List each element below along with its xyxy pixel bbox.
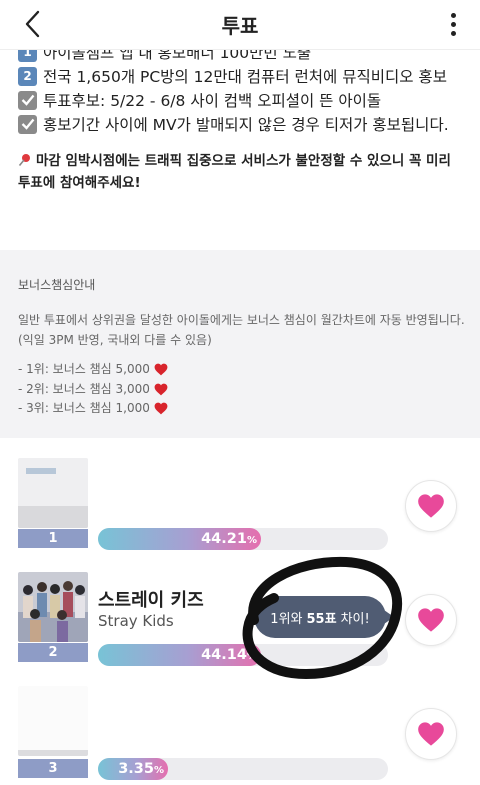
heart-icon — [154, 402, 168, 415]
bonus-item: - 1위: 보너스 챔심 5,000 — [18, 360, 168, 380]
vote-share-percent: 44.21% — [201, 531, 257, 547]
heart-icon — [154, 363, 168, 376]
heart-icon — [418, 494, 444, 518]
tooltip-prefix: 1위와 — [270, 611, 303, 627]
rank-item-3[interactable]: 3 3.35% — [0, 676, 480, 785]
rank-badge: 2 — [18, 643, 88, 662]
number-2-icon: 2 — [18, 66, 37, 86]
bonus-item-text: - 3위: 보너스 챔심 1,000 — [18, 401, 150, 415]
vote-share-bar: 3.35% — [98, 758, 388, 780]
artist-name: 스트레이 키즈 — [98, 590, 204, 611]
bonus-list: - 1위: 보너스 챔심 5,000 - 2위: 보너스 챔심 3,000 - … — [18, 360, 168, 419]
heart-icon — [418, 722, 444, 746]
heart-icon — [154, 383, 168, 396]
tooltip-suffix: 차이! — [340, 611, 370, 627]
pushpin-icon — [18, 154, 30, 167]
notice-line-2: 2 전국 1,650개 PC방의 12만대 컴퓨터 런처에 뮤직비디오 홍보 — [18, 65, 447, 87]
warning-message: 마감 임박시점에는 트래픽 집중으로 서비스가 불안정할 수 있으니 꼭 미리 … — [18, 153, 451, 191]
notice-text: 투표후보: 5/22 - 6/8 사이 컴백 오피셜이 뜬 아이돌 — [43, 92, 382, 110]
page-title: 투표 — [221, 14, 259, 38]
checkbox-icon — [18, 114, 37, 134]
bonus-info-panel: 보너스챔심안내 일반 투표에서 상위권을 달성한 아이돌에게는 보너스 챔심이 … — [0, 250, 480, 438]
artist-photo — [18, 686, 88, 756]
checkbox-icon — [18, 90, 37, 110]
more-dot-icon — [450, 13, 456, 18]
notice-line-4: 홍보기간 사이에 MV가 발매되지 않은 경우 티저가 홍보됩니다. — [18, 113, 449, 135]
more-dot-icon — [450, 22, 456, 27]
bonus-item: - 3위: 보너스 챔심 1,000 — [18, 399, 168, 419]
bonus-title: 보너스챔심안내 — [18, 278, 96, 292]
top-bar: 투표 — [0, 0, 480, 50]
vote-heart-button[interactable] — [405, 594, 457, 646]
vote-gap-tooltip: 1위와 55표 차이! — [254, 596, 394, 638]
vote-heart-button[interactable] — [405, 708, 457, 760]
notice-text: 전국 1,650개 PC방의 12만대 컴퓨터 런처에 뮤직비디오 홍보 — [43, 68, 447, 86]
notice-line-3: 투표후보: 5/22 - 6/8 사이 컴백 오피셜이 뜬 아이돌 — [18, 89, 381, 111]
vote-share-bar: 44.21% — [98, 528, 388, 550]
bonus-description: 일반 투표에서 상위권을 달성한 아이돌에게는 보너스 챔심이 월간차트에 자동… — [18, 310, 468, 350]
bonus-item-text: - 2위: 보너스 챔심 3,000 — [18, 381, 150, 396]
bonus-desc-line: 일반 투표에서 상위권을 달성한 아이돌에게는 보너스 챔심이 월간차트에 자동… — [18, 313, 465, 327]
rank-item-1[interactable]: 1 44.21% — [0, 448, 480, 558]
bonus-desc-line: (익일 3PM 반영, 국내외 다를 수 있음) — [18, 333, 212, 347]
artist-photo — [18, 572, 88, 642]
bonus-item-text: - 1위: 보너스 챔심 5,000 — [18, 362, 150, 376]
tooltip-arrow — [384, 610, 394, 624]
vote-share-percent: 44.14% — [201, 647, 257, 663]
rank-badge: 1 — [18, 529, 88, 548]
vote-notice: 1 아이돌챔프 앱 내 홍보배너 100만번 노출 2 전국 1,650개 PC… — [0, 40, 480, 250]
tooltip-votes: 55표 — [306, 611, 337, 627]
more-dot-icon — [450, 31, 456, 36]
warning-text: 마감 임박시점에는 트래픽 집중으로 서비스가 불안정할 수 있으니 꼭 미리 … — [18, 150, 468, 194]
vote-heart-button[interactable] — [405, 480, 457, 532]
vote-share-percent: 3.35% — [118, 761, 164, 777]
more-options-button[interactable] — [448, 11, 458, 39]
bonus-item: - 2위: 보너스 챔심 3,000 — [18, 380, 168, 400]
artist-photo — [18, 458, 88, 528]
artist-english-name: Stray Kids — [98, 612, 174, 630]
vote-share-bar: 44.14% — [98, 644, 388, 666]
rank-badge: 3 — [18, 759, 88, 778]
rank-item-2[interactable]: 스트레이 키즈 Stray Kids 2 44.14% — [0, 562, 480, 672]
heart-icon — [418, 608, 444, 632]
notice-text: 홍보기간 사이에 MV가 발매되지 않은 경우 티저가 홍보됩니다. — [43, 116, 449, 134]
